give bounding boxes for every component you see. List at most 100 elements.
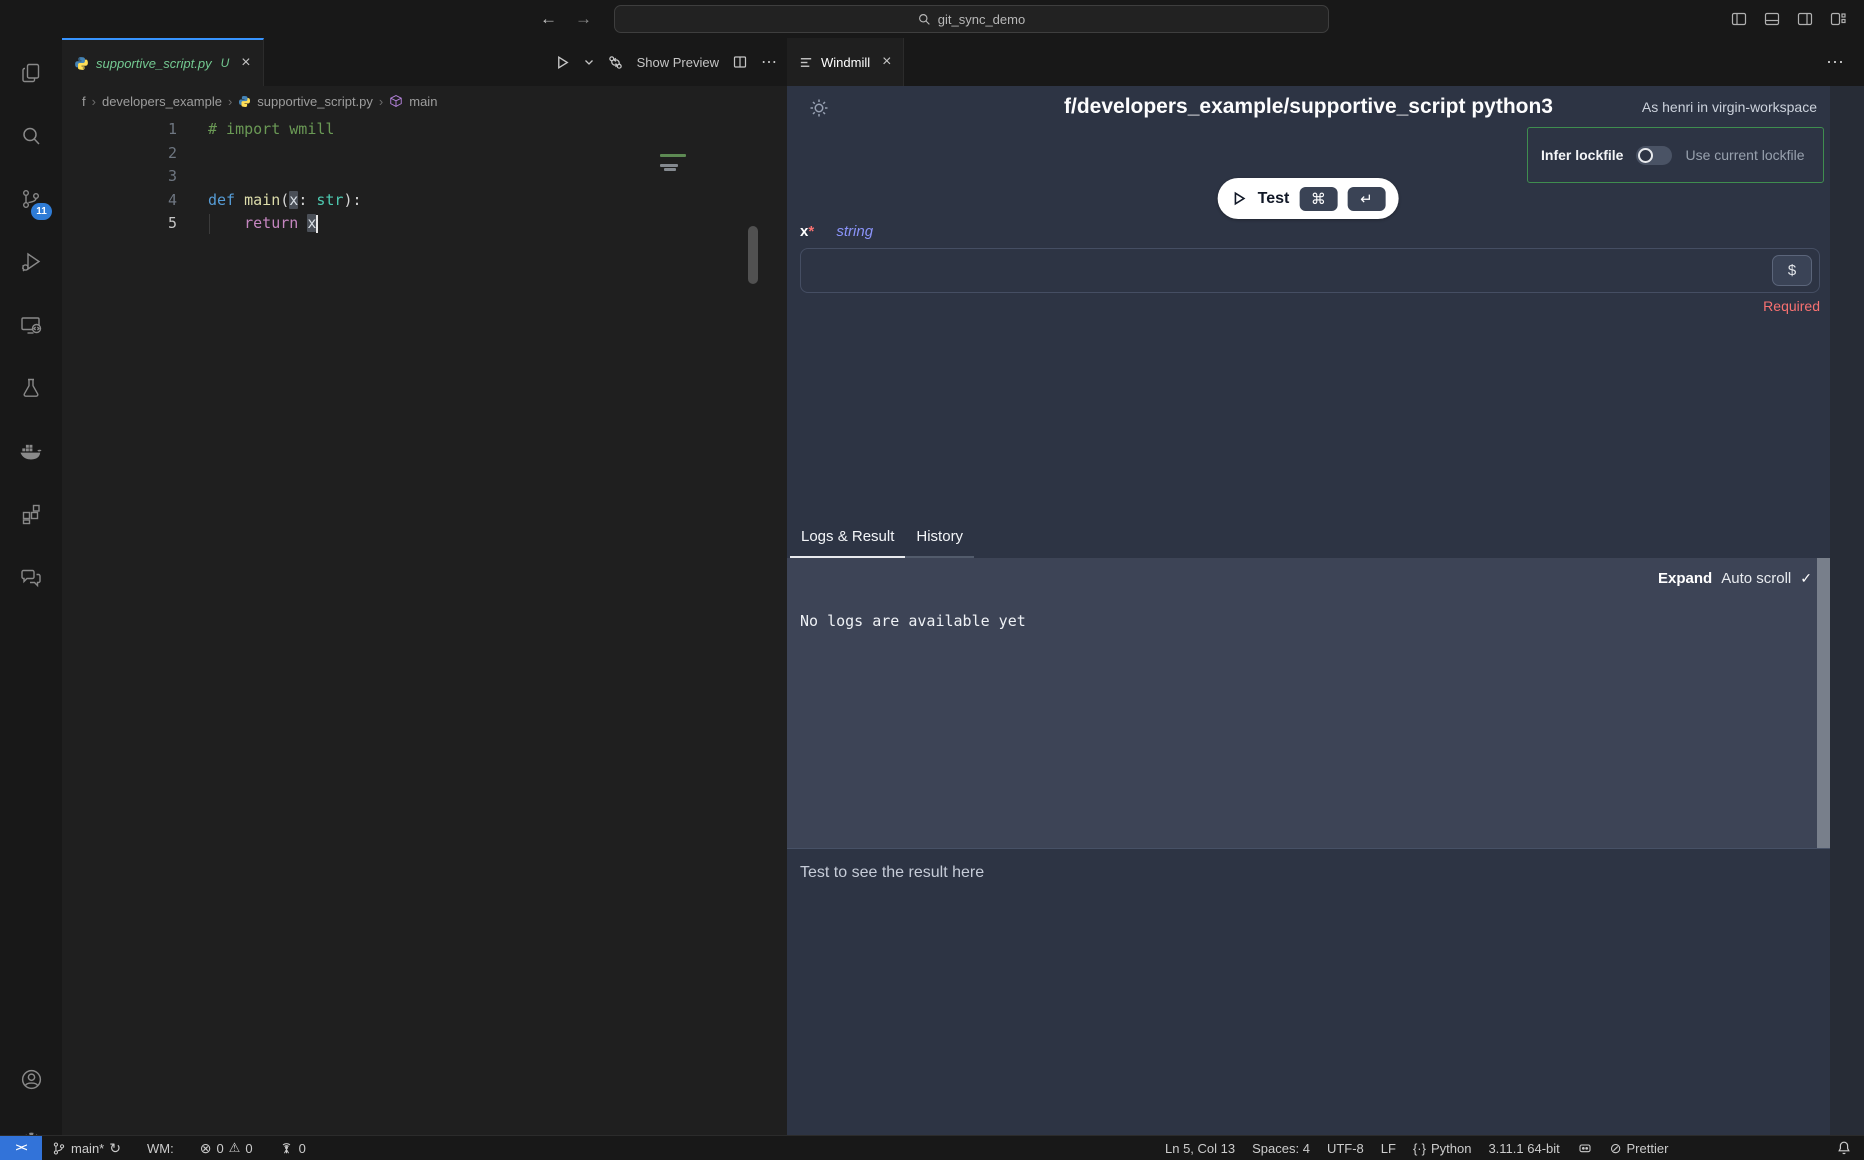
open-changes-icon[interactable]	[607, 54, 624, 71]
indentation-status[interactable]: Spaces: 4	[1252, 1136, 1310, 1160]
editor-group-windmill: Windmill × ⋯ f/developers_example/suppor…	[787, 38, 1864, 1136]
tab-windmill[interactable]: Windmill ×	[787, 38, 904, 86]
toggle-primary-sidebar-icon[interactable]	[1731, 11, 1747, 27]
nav-back-icon[interactable]: ←	[540, 9, 557, 29]
titlebar: ← → git_sync_demo	[0, 0, 1864, 39]
logs-panel: Expand Auto scroll ✓ No logs are availab…	[787, 558, 1830, 848]
chevron-right-icon: ›	[92, 94, 96, 109]
result-panel: Test to see the result here	[787, 848, 1830, 1136]
ports-status[interactable]: 0	[279, 1136, 306, 1160]
sidebar-item-run-debug[interactable]	[0, 237, 62, 287]
explorer-icon	[19, 61, 43, 85]
lockfile-toggle[interactable]	[1636, 146, 1672, 165]
notifications-bell-icon[interactable]	[1836, 1136, 1852, 1160]
close-tab-icon[interactable]: ×	[882, 54, 891, 70]
language-mode[interactable]: {·} Python	[1413, 1136, 1472, 1160]
formatter-status[interactable]: ⊘ Prettier	[1610, 1136, 1669, 1160]
minimap-line	[660, 164, 678, 167]
sidebar-item-source-control[interactable]: 11	[0, 174, 62, 224]
play-icon	[1231, 190, 1248, 207]
wm-status[interactable]: WM:	[147, 1136, 174, 1160]
tab-history[interactable]: History	[905, 524, 974, 558]
test-button[interactable]: Test ⌘ ↵	[1218, 178, 1399, 219]
sidebar-item-docker[interactable]	[0, 426, 62, 476]
breadcrumb-root[interactable]: f	[82, 94, 86, 109]
line-number: 2	[62, 142, 177, 166]
radio-tower-icon	[279, 1141, 294, 1156]
x-input[interactable]	[811, 251, 1763, 290]
toggle-secondary-sidebar-icon[interactable]	[1797, 11, 1813, 27]
close-tab-icon[interactable]: ×	[241, 55, 250, 71]
git-branch-status[interactable]: main* ↻	[52, 1136, 121, 1160]
eol-status[interactable]: LF	[1381, 1136, 1396, 1160]
toggle-knob	[1638, 148, 1653, 163]
more-actions-icon[interactable]: ⋯	[1826, 38, 1844, 86]
ports-count: 0	[299, 1141, 306, 1156]
more-actions-icon[interactable]: ⋯	[761, 52, 777, 72]
code-line[interactable]: 1# import wmill	[62, 118, 787, 142]
extensions-icon	[19, 502, 43, 526]
branch-icon	[52, 1141, 66, 1156]
breadcrumb-file[interactable]: supportive_script.py	[257, 94, 373, 109]
infer-lockfile-label: Infer lockfile	[1541, 147, 1623, 163]
minimap-line	[660, 154, 686, 157]
robot-icon	[1577, 1140, 1593, 1156]
tab-logs-result[interactable]: Logs & Result	[790, 524, 905, 558]
problems-status[interactable]: ⊗ 0 ⚠ 0	[200, 1136, 253, 1160]
cursor-position[interactable]: Ln 5, Col 13	[1165, 1136, 1235, 1160]
remote-explorer-icon	[19, 313, 43, 337]
line-number: 3	[62, 165, 177, 189]
chevron-right-icon: ›	[379, 94, 383, 109]
command-center[interactable]: git_sync_demo	[614, 5, 1329, 33]
code-line[interactable]: 5 return x	[62, 212, 787, 236]
autoscroll-toggle[interactable]: Auto scroll	[1721, 570, 1791, 587]
copilot-status[interactable]	[1577, 1136, 1593, 1160]
wm-label: WM:	[147, 1141, 174, 1156]
python-interpreter[interactable]: 3.11.1 64-bit	[1488, 1136, 1559, 1160]
sidebar-item-remote-explorer[interactable]	[0, 300, 62, 350]
split-editor-icon[interactable]	[732, 54, 748, 70]
customize-layout-icon[interactable]	[1830, 11, 1846, 27]
account-icon	[19, 1067, 44, 1092]
sidebar-item-testing[interactable]	[0, 363, 62, 413]
language-status-icon: {·}	[1413, 1141, 1426, 1156]
account-button[interactable]	[0, 1054, 62, 1104]
run-file-icon[interactable]	[554, 54, 571, 71]
remote-icon: ><	[16, 1142, 27, 1154]
breadcrumb: f › developers_example › supportive_scri…	[62, 86, 787, 116]
cmd-key-icon: ⌘	[1299, 187, 1337, 211]
python-icon	[238, 95, 251, 108]
required-validation-message: Required	[1763, 298, 1820, 314]
expand-logs-button[interactable]: Expand	[1658, 570, 1712, 587]
nav-forward-icon[interactable]: →	[575, 9, 592, 29]
remote-indicator[interactable]: ><	[0, 1136, 42, 1160]
tab-supportive-script[interactable]: supportive_script.py U ×	[62, 38, 264, 86]
sidebar-item-explorer[interactable]	[0, 48, 62, 98]
sidebar-item-extensions[interactable]	[0, 489, 62, 539]
indent-guide	[209, 214, 210, 234]
test-button-label: Test	[1258, 190, 1290, 208]
sidebar-item-search[interactable]	[0, 111, 62, 161]
breadcrumb-folder[interactable]: developers_example	[102, 94, 222, 109]
workspace-context: As henri in virgin-workspace	[1642, 99, 1817, 115]
formatter-label: Prettier	[1627, 1141, 1669, 1156]
breadcrumb-symbol[interactable]: main	[409, 94, 437, 109]
python-icon	[74, 56, 89, 71]
windmill-tabbar: Windmill × ⋯	[787, 38, 1864, 86]
toggle-panel-icon[interactable]	[1764, 11, 1780, 27]
show-preview-button[interactable]: Show Preview	[637, 55, 719, 70]
encoding-status[interactable]: UTF-8	[1327, 1136, 1364, 1160]
editor-scrollbar-thumb[interactable]	[748, 226, 758, 284]
sidebar-item-chat[interactable]	[0, 552, 62, 602]
symbol-function-icon	[389, 94, 403, 108]
minimap-line	[664, 168, 676, 171]
tab-filename: supportive_script.py	[96, 56, 212, 71]
minimap[interactable]	[660, 150, 720, 210]
error-count: 0	[216, 1141, 223, 1156]
use-current-lockfile-label: Use current lockfile	[1685, 147, 1804, 163]
logs-empty-message: No logs are available yet	[800, 612, 1026, 630]
code-editor[interactable]: 1# import wmill234def main(x: str):5 ret…	[62, 116, 787, 1136]
run-dropdown-chevron-icon[interactable]	[584, 57, 594, 67]
result-placeholder: Test to see the result here	[800, 864, 984, 882]
insert-variable-button[interactable]: $	[1772, 255, 1812, 286]
